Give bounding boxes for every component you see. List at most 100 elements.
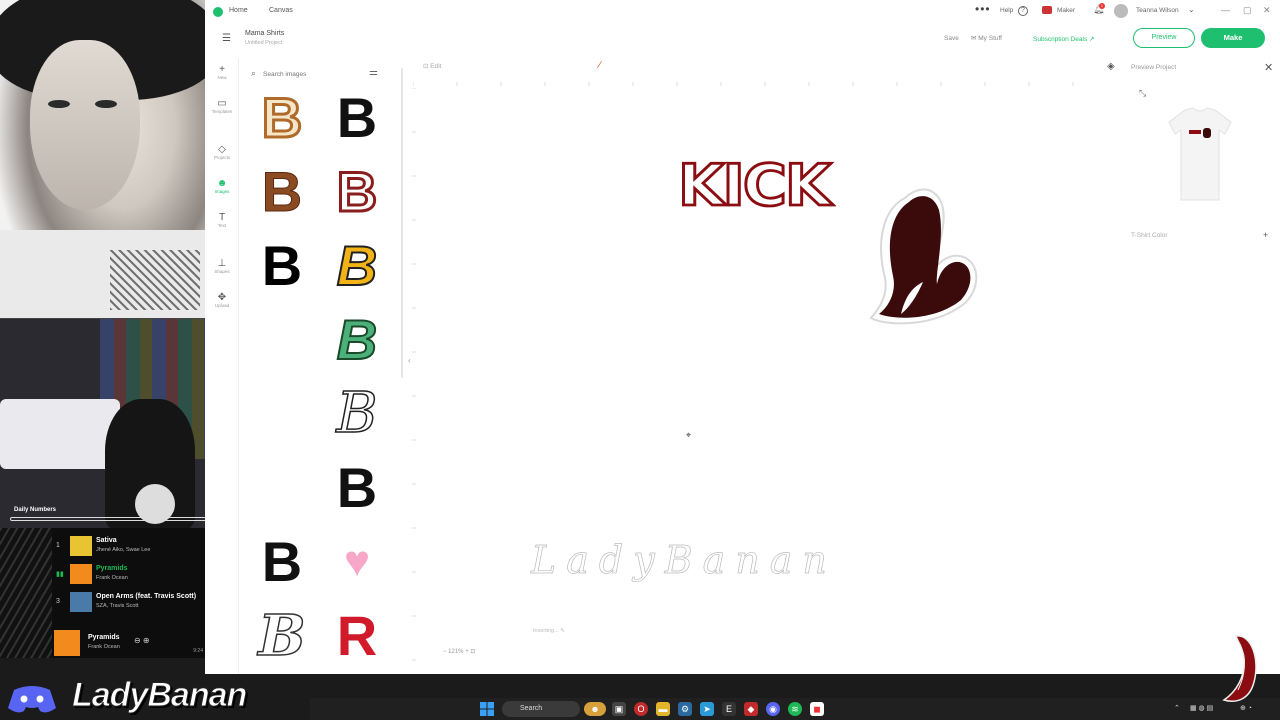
minimize-icon[interactable]: —	[1221, 5, 1230, 15]
epic-games-icon[interactable]: E	[722, 702, 736, 716]
queue-track[interactable]: 1 Sativa Jhené Aiko, Swae Lee	[52, 534, 205, 560]
track-title: Sativa	[96, 537, 117, 544]
discord-icon	[8, 686, 56, 713]
save-button[interactable]: Save	[944, 35, 959, 42]
tool-label: Text	[217, 223, 227, 228]
track-artist: Frank Ocean	[96, 575, 128, 581]
image-tile-b-bold[interactable]: B	[252, 236, 312, 296]
streamer-name: LadyBanan	[71, 676, 247, 715]
add-color-icon[interactable]: +	[1263, 230, 1268, 240]
tool-upload[interactable]: ✥ Upload	[205, 292, 239, 308]
discord-taskbar-icon[interactable]: ◉	[766, 702, 780, 716]
tab-canvas[interactable]: Canvas	[269, 7, 293, 14]
image-tile-b-script-outline[interactable]: B	[327, 383, 387, 445]
corner-banana-logo	[1222, 635, 1257, 702]
track-title: Pyramids	[96, 565, 128, 572]
expand-icon[interactable]: ⤡	[1139, 88, 1146, 99]
tab-home[interactable]: Home	[229, 7, 248, 14]
telegram-icon[interactable]: ➤	[700, 702, 714, 716]
tool-images[interactable]: ☻ Images	[205, 178, 239, 194]
tool-projects[interactable]: ◇ Projects	[205, 144, 239, 160]
image-tile-b-heart[interactable]: B	[327, 458, 387, 518]
tool-label: Shapes	[214, 269, 230, 274]
image-tile-r-red[interactable]: R	[327, 606, 387, 666]
tray-chevron-up-icon[interactable]: ⌃	[1174, 704, 1180, 712]
close-icon[interactable]: ✕	[1264, 61, 1273, 74]
help-icon[interactable]: ?	[1018, 6, 1028, 16]
kick-text-object[interactable]: KICK	[676, 154, 832, 218]
tool-text[interactable]: T Text	[205, 212, 239, 228]
widgets-icon[interactable]: ☻	[584, 702, 606, 716]
windows-taskbar: ⌕ Search ☻ ▣ O ▬ ⚙ ➤ E ◆ ◉ ≋ ◼ ⌃ ▦ ◍ ▤ ⊕…	[310, 698, 1280, 720]
image-tile-b-pink-heart[interactable]: ♥	[327, 532, 387, 592]
collapse-panel-icon[interactable]: ‹	[408, 356, 411, 365]
image-tile-b-football[interactable]: B	[252, 161, 312, 222]
image-tile-b-green[interactable]: B	[327, 309, 387, 371]
plus-icon: +	[219, 64, 225, 75]
tshirt-color-label: T-Shirt Color	[1131, 232, 1168, 239]
script-name-object[interactable]: LadyBanan	[531, 538, 837, 583]
hamburger-menu-icon[interactable]: ☰	[222, 33, 231, 44]
machine-name[interactable]: Maker	[1057, 7, 1075, 14]
layers-icon[interactable]: ◈	[1107, 61, 1115, 72]
close-window-icon[interactable]: ✕	[1263, 5, 1271, 16]
file-explorer-icon[interactable]: ▬	[656, 702, 670, 716]
more-icon[interactable]: •••	[975, 2, 991, 16]
edit-label: Edit	[430, 63, 442, 70]
steam-icon[interactable]: ⚙	[678, 702, 692, 716]
maximize-icon[interactable]: ▢	[1243, 5, 1252, 16]
queue-track[interactable]: 3 Open Arms (feat. Travis Scott) SZA, Tr…	[52, 590, 205, 616]
user-name[interactable]: Teanna Wilson	[1136, 7, 1179, 14]
portrait-eye	[95, 100, 117, 108]
pen-icon[interactable]: ⁄	[599, 60, 601, 71]
now-playing-cover	[54, 630, 80, 656]
preview-panel: ◈ Preview Project ✕ ⤡ T-Shirt Color +	[1103, 58, 1280, 674]
edit-menu[interactable]: ⊡ Edit	[423, 62, 441, 70]
zoom-level: 121%	[448, 649, 464, 655]
task-view-icon[interactable]: ▣	[612, 702, 626, 716]
subscription-deals-link[interactable]: Subscription Deals ↗	[1033, 35, 1094, 43]
zoom-control[interactable]: − 121% + ⊡	[443, 648, 475, 655]
portrait-texture	[110, 250, 200, 310]
windows-start-icon[interactable]	[480, 702, 494, 716]
subscription-label: Subscription Deals	[1033, 36, 1088, 43]
avatar[interactable]	[1114, 4, 1128, 18]
tool-label: Images	[214, 189, 230, 194]
opera-icon[interactable]: O	[634, 702, 648, 716]
tray-app-icons[interactable]: ▦ ◍ ▤	[1190, 704, 1213, 712]
insert-status-label: Inserting...	[533, 628, 559, 634]
image-search-input[interactable]	[249, 66, 359, 82]
image-tile-b-hearts[interactable]: B	[252, 532, 312, 592]
script-b-object[interactable]	[865, 178, 983, 328]
image-tile-b-heart-black[interactable]: B	[327, 88, 387, 148]
template-icon: ▭	[217, 98, 227, 109]
chevron-down-icon[interactable]: ⌄	[1188, 5, 1195, 14]
make-button[interactable]: Make	[1201, 28, 1265, 48]
streamlabs-icon[interactable]: ◆	[744, 702, 758, 716]
taskbar-search[interactable]: Search	[502, 701, 580, 717]
tool-new[interactable]: + New	[205, 64, 239, 80]
text-icon: T	[218, 212, 226, 223]
help-link[interactable]: Help	[1000, 7, 1013, 14]
tool-templates[interactable]: ▭ Templates	[205, 98, 239, 114]
spotify-icon[interactable]: ≋	[788, 702, 802, 716]
preview-button[interactable]: Preview	[1133, 28, 1195, 48]
track-artist: Jhené Aiko, Swae Lee	[96, 547, 151, 553]
queue-track[interactable]: ▮▮ Pyramids Frank Ocean	[52, 562, 205, 588]
tool-rail: + New ▭ Templates ◇ Projects ☻ Images T Text …	[205, 58, 239, 674]
filter-icon[interactable]: ⚌	[369, 67, 378, 78]
track-cover	[70, 536, 92, 556]
playback-controls-icon[interactable]: ⊖ ⊕	[134, 636, 150, 645]
image-tile-b-cookie[interactable]: B	[252, 86, 312, 149]
image-tile-b-yellow[interactable]: B	[327, 235, 387, 297]
design-canvas[interactable]: ⊡ Edit ⁄ ‹ KICK LadyBanan Inserting... ✎…	[403, 58, 1103, 674]
image-tile-b-varsity[interactable]: B	[327, 160, 387, 223]
track-number: 3	[56, 598, 60, 605]
notification-badge: 1	[1099, 3, 1105, 9]
project-subtitle: Untitled Project	[245, 40, 283, 46]
project-name[interactable]: Mama Shirts	[245, 30, 284, 37]
design-app-taskbar-icon[interactable]: ◼	[810, 702, 824, 716]
my-stuff-button[interactable]: ✉ My Stuff	[971, 34, 1002, 42]
tool-shapes[interactable]: ⊥ Shapes	[205, 258, 239, 274]
image-tile-b-script[interactable]: B	[252, 605, 312, 667]
